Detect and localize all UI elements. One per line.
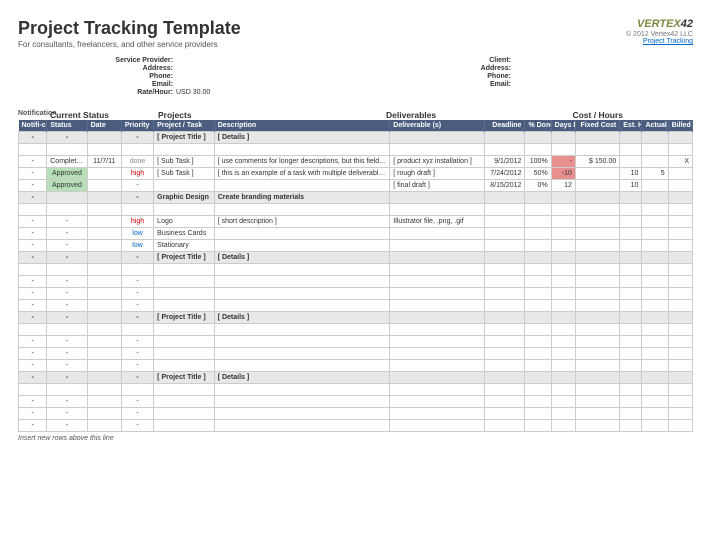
table-row[interactable]: ---[ Project Title ][ Details ] (19, 372, 693, 384)
table-row[interactable]: --- (19, 288, 693, 300)
client-label: Client: (446, 57, 514, 64)
table-row[interactable]: -Completed11/7/11done[ Sub Task ][ use c… (19, 156, 693, 168)
col-project: Project / Task (154, 120, 215, 132)
provider-label: Service Provider: (108, 57, 176, 64)
provider-info: Service Provider: Address: Phone: Email:… (108, 57, 266, 96)
table-row[interactable]: --- (19, 300, 693, 312)
info-section: Service Provider: Address: Phone: Email:… (108, 57, 693, 96)
logo-brand: VERTEX (637, 18, 681, 30)
table-row[interactable]: --lowStationary (19, 240, 693, 252)
logo-number: 42 (681, 18, 693, 30)
page-subtitle: For consultants, freelancers, and other … (18, 40, 241, 49)
col-status: Status (47, 120, 87, 132)
table-row[interactable]: -Approvedhigh[ Sub Task ][ this is an ex… (19, 168, 693, 180)
col-acthrs: Actual Hrs (642, 120, 668, 132)
table-row[interactable]: --- (19, 396, 693, 408)
table-row[interactable] (19, 144, 693, 156)
provider-phone-label: Phone: (108, 73, 176, 80)
table-row[interactable]: ---[ Project Title ][ Details ] (19, 312, 693, 324)
client-info: Client: Address: Phone: Email: (446, 57, 604, 96)
table-row[interactable]: --highLogo[ short description ]Illustrat… (19, 216, 693, 228)
col-notif: Notifi-cations (19, 120, 47, 132)
table-row[interactable]: ---[ Project Title ][ Details ] (19, 132, 693, 144)
copyright: © 2012 Vertex42 LLC (626, 31, 693, 38)
table-row[interactable] (19, 204, 693, 216)
col-desc: Description (214, 120, 390, 132)
table-row[interactable]: -Approved-[ final draft ]8/15/20120%1210 (19, 180, 693, 192)
col-pctdone: % Done (525, 120, 551, 132)
client-address-label: Address: (446, 65, 514, 72)
table-row[interactable]: --- (19, 420, 693, 432)
project-tracking-link[interactable]: Project Tracking (626, 38, 693, 45)
table-row[interactable] (19, 384, 693, 396)
col-esthrs: Est. Hrs (620, 120, 642, 132)
provider-address-label: Address: (108, 65, 176, 72)
footnote: Insert new rows above this line (18, 435, 693, 442)
section-headers: Notification Current Status Projects Del… (18, 110, 693, 120)
table-body[interactable]: ---[ Project Title ][ Details ] -Complete… (19, 132, 693, 432)
table-row[interactable]: --Graphic DesignCreate branding material… (19, 192, 693, 204)
table-row[interactable]: --- (19, 348, 693, 360)
section-notification: Notification (18, 110, 46, 120)
header-row: Notifi-cations Status Date Priority Proj… (19, 120, 693, 132)
table-row[interactable]: --- (19, 276, 693, 288)
rate-value: USD 30.00 (176, 89, 266, 96)
page-title: Project Tracking Template (18, 18, 241, 39)
tracking-table[interactable]: Notifi-cations Status Date Priority Proj… (18, 120, 693, 432)
logo-block: VERTEX42 © 2012 Vertex42 LLC Project Tra… (626, 18, 693, 49)
col-priority: Priority (121, 120, 153, 132)
table-row[interactable] (19, 324, 693, 336)
col-date: Date (87, 120, 121, 132)
section-status: Current Status (46, 110, 158, 120)
col-fixedcost: Fixed Cost (575, 120, 619, 132)
rate-label: Rate/Hour: (108, 89, 176, 96)
table-row[interactable]: --- (19, 336, 693, 348)
table-row[interactable]: ---[ Project Title ][ Details ] (19, 252, 693, 264)
table-row[interactable]: --- (19, 360, 693, 372)
col-deliv: Deliverable (s) (390, 120, 485, 132)
table-row[interactable] (19, 264, 693, 276)
table-row[interactable]: --lowBusiness Cards (19, 228, 693, 240)
client-email-label: Email: (446, 81, 514, 88)
col-billedhrs: Billed Hrs (668, 120, 692, 132)
section-deliverables: Deliverables (386, 110, 572, 120)
header: Project Tracking Template For consultant… (18, 18, 693, 49)
provider-email-label: Email: (108, 81, 176, 88)
col-deadline: Deadline (485, 120, 525, 132)
section-projects: Projects (158, 110, 386, 120)
section-cost: Cost / Hours (572, 110, 693, 120)
client-phone-label: Phone: (446, 73, 514, 80)
table-row[interactable]: --- (19, 408, 693, 420)
col-daysleft: Days Left (551, 120, 575, 132)
